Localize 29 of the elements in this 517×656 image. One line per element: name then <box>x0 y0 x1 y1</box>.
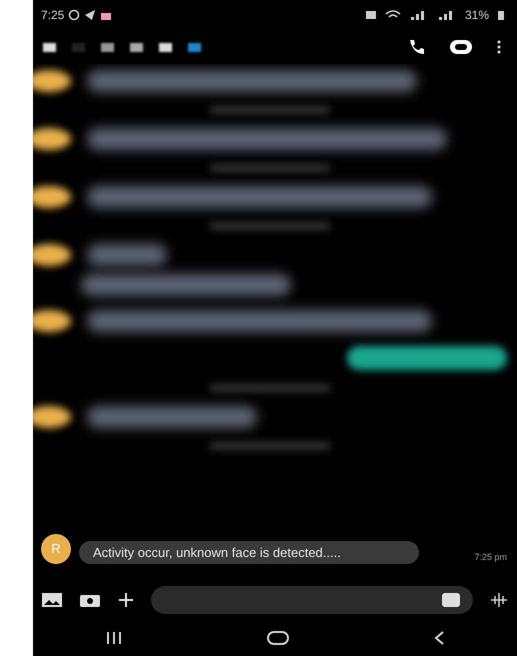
message-bubble: Activity occur, unknown face is detected..... <box>79 541 419 564</box>
avatar: R <box>41 534 71 564</box>
back-icon[interactable] <box>433 630 446 646</box>
blurred-header-icon <box>159 42 172 52</box>
battery-icon <box>497 9 505 21</box>
blurred-header-icon <box>101 42 114 52</box>
video-call-icon[interactable] <box>449 38 473 56</box>
home-icon[interactable] <box>266 630 290 646</box>
blurred-avatar <box>33 128 71 150</box>
more-options-icon[interactable] <box>497 40 501 54</box>
camera-icon[interactable] <box>79 592 101 608</box>
plus-icon[interactable] <box>117 591 135 609</box>
clock-time: 7:25 <box>41 7 64 24</box>
voice-icon[interactable] <box>489 592 509 608</box>
gallery-icon[interactable] <box>41 592 63 608</box>
blurred-header-icon <box>43 42 56 52</box>
blurred-avatar <box>33 70 71 92</box>
send-icon <box>84 9 96 21</box>
blurred-header-icon <box>72 42 85 52</box>
message-time: 7:25 pm <box>474 550 507 564</box>
blurred-header-icon <box>130 42 143 52</box>
blurred-header-icon <box>188 42 201 52</box>
blurred-avatar <box>33 310 71 332</box>
battery-percentage: 31% <box>464 7 489 24</box>
blurred-avatar <box>33 186 71 208</box>
blurred-avatar <box>33 244 71 266</box>
recent-apps-icon[interactable] <box>104 631 123 645</box>
phone-icon[interactable] <box>407 38 425 56</box>
blurred-avatar <box>33 406 71 428</box>
